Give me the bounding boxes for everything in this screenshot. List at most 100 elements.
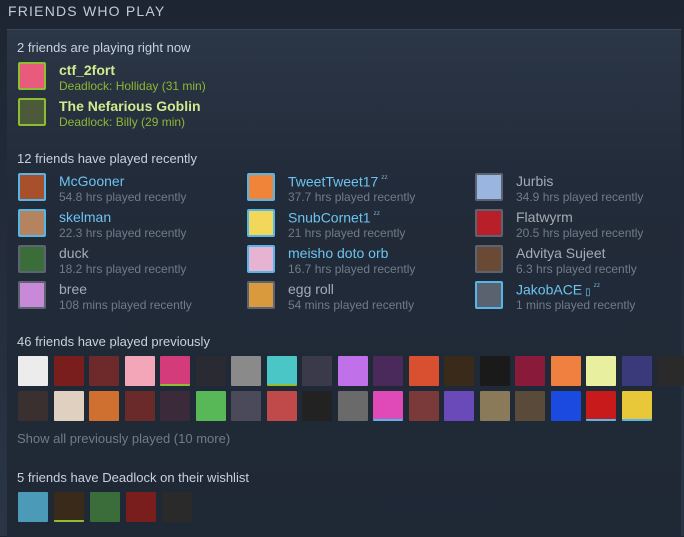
previous-friend-avatar[interactable] [302, 391, 332, 421]
hours-played: 6.3 hrs played recently [516, 262, 637, 276]
wishlist-friend-avatar[interactable] [162, 492, 192, 522]
hours-played: 18.2 hrs played recently [59, 262, 187, 276]
previous-friend-avatar[interactable] [550, 356, 581, 386]
friend-name-text: skelman [59, 209, 112, 225]
previous-friend-avatar[interactable] [515, 356, 545, 386]
avatar[interactable] [475, 245, 503, 273]
previous-friend-avatar[interactable] [408, 391, 439, 421]
avatar[interactable] [18, 245, 46, 273]
previous-friend-avatar[interactable] [302, 356, 332, 386]
previous-friend-avatar[interactable] [479, 391, 510, 421]
previous-friend-avatar[interactable] [18, 391, 48, 421]
friend-name[interactable]: skelman [59, 209, 111, 225]
friend-name[interactable]: The Nefarious Goblin [59, 98, 201, 114]
away-icon: ᶻᶻ [373, 209, 380, 219]
avatar[interactable] [18, 98, 46, 126]
friend-name-text: TweetTweet17 [288, 173, 379, 190]
hours-played: 54 mins played recently [288, 298, 415, 312]
friend-name[interactable]: duck [59, 245, 89, 261]
avatar[interactable] [247, 245, 275, 273]
avatar[interactable] [18, 281, 46, 309]
previous-friend-avatar[interactable] [586, 356, 616, 386]
previous-friend-avatar[interactable] [89, 391, 119, 421]
previous-friend-avatar[interactable] [266, 391, 297, 421]
previous-friend-avatar[interactable] [586, 391, 616, 421]
friend-name[interactable]: meisho doto orb [288, 245, 388, 261]
hours-played: 34.9 hrs played recently [516, 190, 644, 204]
away-icon: ᶻᶻ [381, 173, 388, 183]
friend-name-text: egg roll [288, 281, 334, 297]
avatar[interactable] [247, 281, 275, 309]
playing-now-title: 2 friends are playing right now [17, 40, 191, 55]
friend-name-text: JakobACE [516, 281, 583, 298]
previous-friend-avatar[interactable] [266, 356, 297, 386]
previous-friend-avatar[interactable] [444, 356, 474, 386]
friend-name[interactable]: Jurbis [516, 173, 553, 189]
hours-played: 22.3 hrs played recently [59, 226, 187, 240]
avatar[interactable] [247, 209, 275, 237]
friend-name-text: Jurbis [516, 173, 554, 189]
friend-name-text: duck [59, 245, 89, 261]
previous-friend-avatar[interactable] [515, 391, 545, 421]
previous-friend-avatar[interactable] [160, 356, 190, 386]
avatar[interactable] [18, 209, 46, 237]
hours-played: 1 mins played recently [516, 298, 636, 312]
previous-friend-avatar[interactable] [373, 356, 403, 386]
previous-friend-avatar[interactable] [479, 356, 510, 386]
previous-friend-avatar[interactable] [53, 356, 84, 386]
wishlist-friend-avatar[interactable] [126, 492, 156, 522]
avatar[interactable] [247, 173, 275, 201]
previous-friend-avatar[interactable] [53, 391, 84, 421]
previous-friend-avatar[interactable] [160, 391, 190, 421]
hours-played: 37.7 hrs played recently [288, 190, 416, 204]
previous-friend-avatar[interactable] [231, 391, 261, 421]
previous-friend-avatar[interactable] [337, 356, 368, 386]
wishlist-title: 5 friends have Deadlock on their wishlis… [17, 470, 249, 485]
avatar[interactable] [475, 209, 503, 237]
previous-friend-avatar[interactable] [444, 391, 474, 421]
previous-friend-avatar[interactable] [89, 356, 119, 386]
away-icon: ᶻᶻ [593, 281, 601, 291]
mobile-icon: ▯ [585, 286, 591, 298]
previous-friend-avatar[interactable] [124, 391, 155, 421]
previous-friend-avatar[interactable] [621, 391, 652, 421]
hours-played: 54.8 hrs played recently [59, 190, 187, 204]
friend-name-text: McGooner [59, 173, 125, 189]
friend-name[interactable]: JakobACE ▯ᶻᶻ [516, 281, 600, 298]
friend-name[interactable]: TweetTweet17 ᶻᶻ [288, 173, 388, 190]
friend-name[interactable]: McGooner [59, 173, 124, 189]
wishlist-friend-avatar[interactable] [90, 492, 120, 522]
avatar[interactable] [18, 173, 46, 201]
wishlist-friend-avatar[interactable] [18, 492, 48, 522]
friend-name[interactable]: egg roll [288, 281, 334, 297]
friend-name-text: SnubCornet1 [288, 209, 371, 226]
hours-played: 108 mins played recently [59, 298, 192, 312]
previous-friend-avatar[interactable] [195, 356, 226, 386]
friend-name-text: Flatwyrm [516, 209, 573, 225]
avatar[interactable] [18, 62, 46, 90]
previous-friend-avatar[interactable] [408, 356, 439, 386]
friend-name-text: Advitya Sujeet [516, 245, 606, 261]
avatar[interactable] [475, 173, 503, 201]
previous-friend-avatar[interactable] [373, 391, 403, 421]
previous-friend-avatar[interactable] [621, 356, 652, 386]
wishlist-friend-avatar[interactable] [54, 492, 84, 522]
friend-name[interactable]: Advitya Sujeet [516, 245, 606, 261]
friend-name[interactable]: SnubCornet1 ᶻᶻ [288, 209, 380, 226]
previous-friend-avatar[interactable] [18, 356, 48, 386]
avatar[interactable] [475, 281, 503, 309]
previous-friend-avatar[interactable] [657, 356, 684, 386]
friend-name-text: bree [59, 281, 88, 297]
previous-friend-avatar[interactable] [124, 356, 155, 386]
friend-name[interactable]: Flatwyrm [516, 209, 573, 225]
friend-name[interactable]: ctf_2fort [59, 62, 115, 78]
friend-name-text: meisho doto orb [288, 245, 389, 261]
show-all-previous-link[interactable]: Show all previously played (10 more) [17, 431, 230, 446]
recently-played-title: 12 friends have played recently [17, 151, 197, 166]
friend-name[interactable]: bree [59, 281, 87, 297]
previous-friend-avatar[interactable] [231, 356, 261, 386]
hours-played: 20.5 hrs played recently [516, 226, 644, 240]
previous-friend-avatar[interactable] [550, 391, 581, 421]
previous-friend-avatar[interactable] [337, 391, 368, 421]
previous-friend-avatar[interactable] [195, 391, 226, 421]
